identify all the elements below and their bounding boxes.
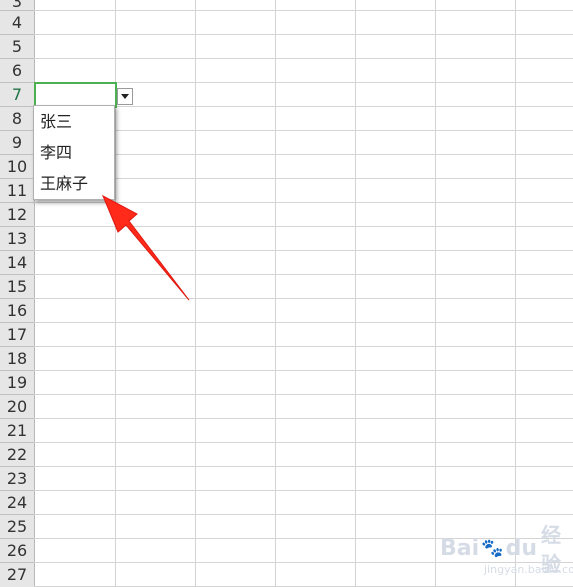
header-separator [0, 130, 34, 131]
header-separator [0, 538, 34, 539]
row-header-column: 3 4 5 6 7 8 9 10 11 12 13 14 15 16 17 18… [0, 0, 35, 587]
row-number-27[interactable]: 27 [0, 563, 34, 587]
watermark-url: jingyan.baidu.com [484, 563, 573, 576]
row-number-20[interactable]: 20 [0, 395, 34, 419]
header-separator [0, 562, 34, 563]
header-separator [0, 202, 34, 203]
spreadsheet-grid[interactable]: 3 4 5 6 7 8 9 10 11 12 13 14 15 16 17 18… [0, 0, 573, 587]
header-separator [0, 226, 34, 227]
row-number-9[interactable]: 9 [0, 131, 34, 155]
header-separator [0, 394, 34, 395]
header-separator [0, 178, 34, 179]
gridline-v [435, 0, 436, 587]
header-separator [0, 34, 34, 35]
header-separator [0, 442, 34, 443]
dropdown-option[interactable]: 王麻子 [34, 168, 114, 199]
row-number-11[interactable]: 11 [0, 179, 34, 203]
header-separator [0, 10, 34, 11]
row-number-14[interactable]: 14 [0, 251, 34, 275]
row-number-15[interactable]: 15 [0, 275, 34, 299]
header-separator [0, 154, 34, 155]
header-separator [0, 274, 34, 275]
gridline-v [355, 0, 356, 587]
row-number-22[interactable]: 22 [0, 443, 34, 467]
row-number-13[interactable]: 13 [0, 227, 34, 251]
row-number-12[interactable]: 12 [0, 203, 34, 227]
dropdown-option[interactable]: 张三 [34, 106, 114, 137]
baidu-watermark: Bai 🐾 du 经验 [440, 523, 570, 576]
row-number-16[interactable]: 16 [0, 299, 34, 323]
header-separator [0, 346, 34, 347]
chevron-down-icon [121, 94, 129, 99]
watermark-brand-a: Bai [440, 535, 480, 561]
row-number-24[interactable]: 24 [0, 491, 34, 515]
row-number-5[interactable]: 5 [0, 35, 34, 59]
row-number-17[interactable]: 17 [0, 323, 34, 347]
row-number-21[interactable]: 21 [0, 419, 34, 443]
header-separator [0, 514, 34, 515]
header-separator [0, 250, 34, 251]
header-separator [0, 58, 34, 59]
row-number-23[interactable]: 23 [0, 467, 34, 491]
row-number-8[interactable]: 8 [0, 107, 34, 131]
row-number-18[interactable]: 18 [0, 347, 34, 371]
header-separator [0, 106, 34, 107]
gridline-v [515, 0, 516, 587]
row-number-19[interactable]: 19 [0, 371, 34, 395]
row-number-4[interactable]: 4 [0, 11, 34, 35]
dropdown-button[interactable] [117, 88, 133, 105]
row-number-6[interactable]: 6 [0, 59, 34, 83]
gridline-v [275, 0, 276, 587]
dropdown-option[interactable]: 李四 [34, 137, 114, 168]
watermark-brand-b: du [505, 535, 537, 561]
header-separator [0, 322, 34, 323]
header-separator [0, 466, 34, 467]
header-separator [0, 298, 34, 299]
row-number-7[interactable]: 7 [0, 83, 34, 107]
header-separator [0, 418, 34, 419]
header-separator [0, 370, 34, 371]
gridline-v [195, 0, 196, 587]
header-separator [0, 490, 34, 491]
header-separator [0, 82, 34, 83]
dropdown-list: 张三 李四 王麻子 [33, 105, 115, 200]
paw-icon: 🐾 [481, 537, 504, 559]
row-number-26[interactable]: 26 [0, 539, 34, 563]
row-number-25[interactable]: 25 [0, 515, 34, 539]
row-number-10[interactable]: 10 [0, 155, 34, 179]
